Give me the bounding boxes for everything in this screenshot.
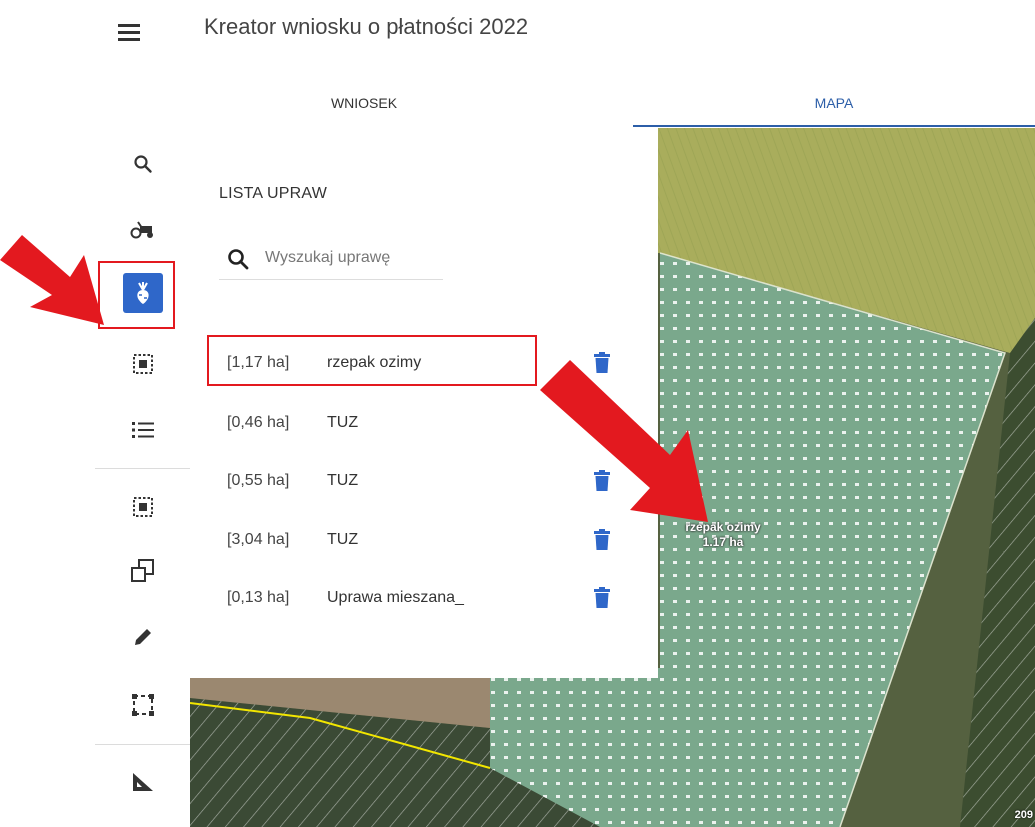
crop-search: [219, 239, 443, 280]
map-scale: 209: [1014, 809, 1033, 821]
pencil-icon: [134, 629, 151, 645]
crop-area: [0,46 ha]: [227, 414, 290, 431]
crop-area: [0,13 ha]: [227, 589, 290, 606]
page-title: Kreator wniosku o płatności 2022: [204, 14, 529, 39]
tool-measure[interactable]: [95, 758, 190, 806]
search-icon: [133, 155, 152, 173]
crop-area: [0,55 ha]: [227, 472, 290, 489]
tab-mapa[interactable]: MAPA: [633, 80, 1035, 126]
parcel-label-area: 1.17 ha: [702, 535, 744, 549]
tool-draw-rectangle[interactable]: [95, 681, 190, 729]
copy-shape-icon: [130, 559, 154, 582]
tool-edit[interactable]: [95, 613, 190, 661]
tool-copy-shape[interactable]: [95, 546, 190, 594]
measure-icon: [132, 773, 153, 791]
crop-name: TUZ: [327, 414, 359, 431]
panel-title: LISTA UPRAW: [219, 185, 327, 202]
list-icon: [131, 422, 154, 438]
select-area-icon: [132, 497, 153, 517]
tool-list[interactable]: [95, 406, 190, 454]
crop-search-input[interactable]: [265, 247, 440, 269]
toolbar-divider: [95, 744, 190, 745]
search-icon: [228, 249, 249, 270]
tool-select-area[interactable]: [95, 483, 190, 531]
tractor-icon: [130, 221, 153, 239]
crop-area: [3,04 ha]: [227, 531, 290, 548]
tool-select-parcel[interactable]: [95, 340, 190, 388]
trash-icon[interactable]: [594, 587, 610, 609]
toolbar-divider: [95, 468, 190, 469]
tool-search[interactable]: [95, 140, 190, 188]
tab-bar: WNIOSEK MAPA: [95, 80, 1035, 129]
crop-list-item[interactable]: [0,13 ha] Uprawa mieszana_: [206, 576, 626, 620]
active-tab-indicator: [633, 125, 1035, 127]
draw-rectangle-icon: [131, 694, 154, 716]
crop-name: TUZ: [327, 531, 359, 548]
tab-wniosek[interactable]: WNIOSEK: [95, 80, 633, 126]
red-arrow-icon: [0, 235, 104, 325]
hamburger-menu-icon[interactable]: [118, 24, 140, 41]
highlight-box-crop-item: [207, 335, 537, 386]
red-arrow-icon: [540, 360, 708, 522]
crop-name: Uprawa mieszana_: [327, 589, 464, 606]
trash-icon[interactable]: [594, 529, 610, 551]
select-parcel-icon: [132, 354, 153, 374]
crop-name: TUZ: [327, 472, 359, 489]
